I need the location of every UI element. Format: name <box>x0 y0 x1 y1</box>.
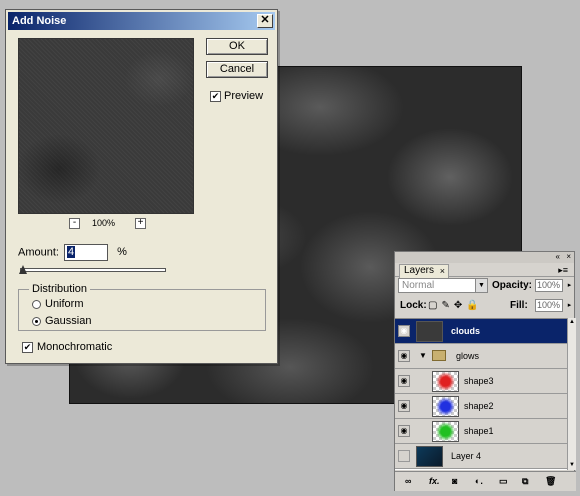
panel-topbar[interactable]: « × <box>395 252 574 263</box>
link-icon[interactable]: ∞ <box>405 476 411 486</box>
distribution-label: Distribution <box>29 283 91 295</box>
monochromatic-label: Monochromatic <box>37 341 113 354</box>
eye-icon[interactable]: ◉ <box>398 425 410 437</box>
layer-thumbnail <box>432 421 459 442</box>
cancel-button[interactable]: Cancel <box>206 61 268 78</box>
layer-row-layer-4[interactable]: Layer 4 <box>395 444 567 469</box>
layer-list: ◉ clouds ◉ ▼ glows ◉ shape3 ◉ shape2 ◉ s… <box>395 318 567 470</box>
new-layer-icon[interactable]: ⧉ <box>522 476 528 487</box>
fx-icon[interactable]: fx. <box>429 476 440 486</box>
fill-label: Fill: <box>510 300 528 311</box>
layers-panel: « × Layers × ▸≡ Normal ▼ Opacity: 100% ▸… <box>394 251 576 491</box>
layer-name: clouds <box>451 326 481 336</box>
layer-name: shape3 <box>464 376 494 386</box>
eye-icon[interactable]: ◉ <box>398 400 410 412</box>
layer-thumbnail <box>416 446 443 467</box>
dialog-title: Add Noise <box>12 15 67 27</box>
distribution-group: Distribution Uniform Gaussian <box>18 283 266 331</box>
preview-checkbox[interactable]: ✔ <box>210 90 221 102</box>
tab-close-icon[interactable]: × <box>440 265 445 277</box>
ok-button[interactable]: OK <box>206 38 268 55</box>
disclosure-triangle-icon[interactable]: ▼ <box>419 351 427 360</box>
amount-row: Amount: 4 % <box>18 244 127 261</box>
layer-thumbnail <box>416 321 443 342</box>
lock-icons[interactable]: ▢✎✥🔒 <box>428 300 483 311</box>
minimize-icon[interactable]: « <box>556 252 560 262</box>
close-button[interactable]: ✕ <box>257 14 273 28</box>
add-noise-dialog: Add Noise ✕ - 100% + OK Cancel ✔ Preview … <box>5 9 278 364</box>
mask-icon[interactable]: ◙ <box>452 476 457 486</box>
zoom-in-button[interactable]: + <box>135 218 146 229</box>
uniform-label: Uniform <box>45 298 84 311</box>
fill-arrow-icon[interactable]: ▸ <box>565 299 574 312</box>
layer-name: shape2 <box>464 401 494 411</box>
amount-slider-thumb[interactable] <box>19 265 27 274</box>
amount-label: Amount: <box>18 246 59 259</box>
scroll-down-icon[interactable]: ▼ <box>568 461 576 470</box>
folder-icon[interactable]: ▭ <box>499 476 508 487</box>
eye-icon[interactable]: ◉ <box>398 350 410 362</box>
eye-icon[interactable]: ◉ <box>398 325 410 337</box>
amount-value: 4 <box>67 246 76 258</box>
layer-thumbnail <box>432 371 459 392</box>
panel-tab-row: Layers × ▸≡ <box>395 263 574 278</box>
amount-slider-track[interactable] <box>20 268 166 272</box>
layer-row-shape1[interactable]: ◉ shape1 <box>395 419 567 444</box>
opacity-label: Opacity: <box>492 280 533 291</box>
lock-label: Lock: <box>400 300 427 311</box>
amount-unit: % <box>117 246 127 259</box>
blend-mode-select[interactable]: Normal ▼ <box>398 278 488 293</box>
tab-layers-label: Layers <box>404 265 435 276</box>
chevron-down-icon[interactable]: ▼ <box>475 279 487 292</box>
layers-scrollbar[interactable]: ▲ ▼ <box>567 318 576 470</box>
preview-checkbox-row[interactable]: ✔ Preview <box>207 90 263 102</box>
opacity-input[interactable]: 100% <box>535 279 563 292</box>
layer-row-glows[interactable]: ◉ ▼ glows <box>395 344 567 369</box>
dialog-titlebar[interactable]: Add Noise ✕ <box>8 12 275 30</box>
layer-name: glows <box>456 351 480 361</box>
eye-icon[interactable]: ◉ <box>398 375 410 387</box>
amount-input[interactable]: 4 <box>64 244 109 261</box>
opacity-arrow-icon[interactable]: ▸ <box>565 279 574 292</box>
preview-label: Preview <box>224 90 264 103</box>
fill-input[interactable]: 100% <box>535 299 563 312</box>
layers-bottom-toolbar: ∞ fx. ◙ ◐. ▭ ⧉ 🗑 <box>395 471 576 491</box>
gaussian-label: Gaussian <box>45 315 92 328</box>
blend-mode-value: Normal <box>402 280 435 291</box>
layer-name: Layer 4 <box>451 451 482 461</box>
layer-row-clouds[interactable]: ◉ clouds <box>395 319 567 344</box>
zoom-out-button[interactable]: - <box>69 218 80 229</box>
layer-row-shape2[interactable]: ◉ shape2 <box>395 394 567 419</box>
folder-icon <box>432 350 446 361</box>
uniform-radio-row[interactable]: Uniform <box>28 298 84 310</box>
tab-layers[interactable]: Layers × <box>399 264 449 278</box>
trash-icon[interactable]: 🗑 <box>545 476 556 487</box>
panel-menu-icon[interactable]: ▸≡ <box>558 265 568 276</box>
uniform-radio[interactable] <box>32 299 41 309</box>
noise-preview[interactable] <box>18 38 194 214</box>
gaussian-radio-row[interactable]: Gaussian <box>28 315 91 327</box>
eye-hidden-icon[interactable] <box>398 450 410 462</box>
monochromatic-checkbox[interactable]: ✔ <box>22 341 33 353</box>
adjustment-icon[interactable]: ◐. <box>475 476 483 486</box>
scroll-up-icon[interactable]: ▲ <box>568 318 576 327</box>
layer-row-shape3[interactable]: ◉ shape3 <box>395 369 567 394</box>
monochromatic-row[interactable]: ✔ Monochromatic <box>18 341 112 353</box>
panel-close-icon[interactable]: × <box>566 252 571 262</box>
layer-thumbnail <box>432 396 459 417</box>
zoom-level: 100% <box>92 218 116 228</box>
layer-name: shape1 <box>464 426 494 436</box>
gaussian-radio[interactable] <box>32 316 41 326</box>
